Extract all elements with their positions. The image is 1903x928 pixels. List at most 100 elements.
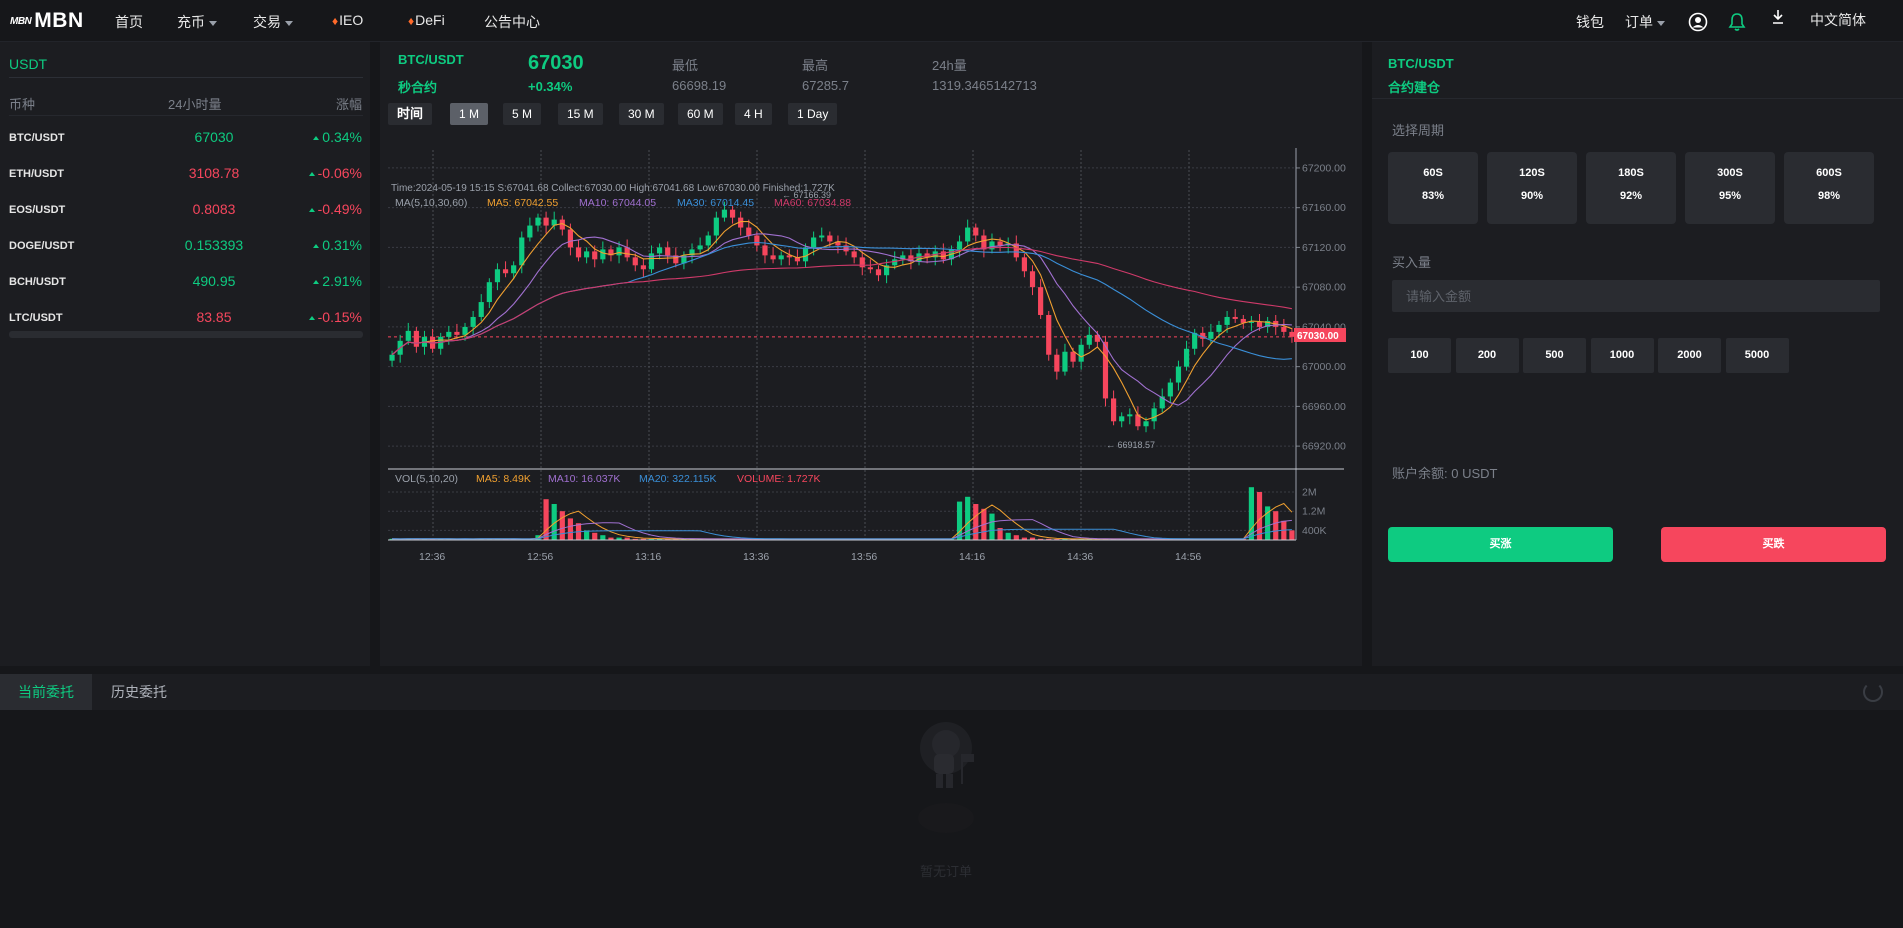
- volume-bar: [567, 518, 574, 540]
- market-row[interactable]: DOGE/USDT 0.153393 0.31%: [0, 228, 370, 264]
- volume-bar: [1005, 532, 1011, 540]
- amount-input[interactable]: [1392, 280, 1880, 312]
- market-row-price: 67030: [194, 129, 234, 145]
- candle-body: [1029, 271, 1036, 288]
- period-button[interactable]: 4 H: [735, 103, 772, 125]
- nav-trade[interactable]: 交易: [253, 12, 293, 32]
- language-selector[interactable]: 中文简体: [1810, 10, 1866, 30]
- market-row[interactable]: ETH/USDT 3108.78 -0.06%: [0, 156, 370, 192]
- period-button[interactable]: 60 M: [678, 103, 723, 125]
- nav-defi-label: DeFi: [415, 12, 445, 28]
- quick-amount-button[interactable]: 5000: [1725, 338, 1789, 373]
- download-icon[interactable]: [1772, 9, 1784, 28]
- candle-body: [973, 227, 979, 236]
- ticker-symbol: BTC/USDT: [398, 52, 464, 67]
- nav-orders-label: 订单: [1625, 14, 1653, 30]
- buy-up-button[interactable]: 买涨: [1388, 527, 1613, 562]
- market-panel: USDT 币种 24小时量 涨幅 BTC/USDT 67030 0.34% ETH/U…: [0, 42, 370, 666]
- chevron-down-icon: [1657, 20, 1665, 26]
- buy-down-button[interactable]: 买跌: [1661, 527, 1886, 562]
- market-row[interactable]: EOS/USDT 0.8083 -0.49%: [0, 192, 370, 228]
- nav-home[interactable]: 首页: [115, 12, 143, 32]
- ma-line: [391, 233, 1292, 406]
- tab-history-orders[interactable]: 历史委托: [93, 674, 185, 710]
- quick-amount-button[interactable]: 1000: [1590, 338, 1654, 373]
- market-tab-usdt[interactable]: USDT: [9, 56, 47, 72]
- market-row-change-value: 0.31%: [322, 237, 362, 253]
- horizontal-scrollbar[interactable]: [9, 331, 363, 338]
- nav-deposit[interactable]: 充币: [177, 12, 217, 32]
- candle-body: [567, 229, 574, 248]
- market-row[interactable]: BCH/USDT 490.95 2.91%: [0, 264, 370, 300]
- user-icon[interactable]: [1688, 12, 1708, 35]
- candle-body: [867, 267, 873, 270]
- period-button[interactable]: 1 Day: [788, 103, 838, 125]
- triangle-up-icon: [313, 244, 320, 249]
- time-axis-label: 14:56: [1175, 551, 1201, 563]
- bell-icon[interactable]: [1728, 12, 1746, 35]
- market-row-change-value: -0.49%: [317, 201, 362, 217]
- divider: [1372, 98, 1903, 99]
- nav-wallet[interactable]: 钱包: [1576, 12, 1604, 32]
- candle-body: [462, 326, 468, 335]
- candle-body: [575, 247, 582, 258]
- candle-body: [454, 331, 460, 335]
- candle-body: [1070, 351, 1076, 362]
- candle-body: [827, 235, 833, 242]
- nav-defi[interactable]: ♦DeFi: [408, 12, 445, 28]
- logo[interactable]: MBN MBN: [10, 9, 84, 33]
- candle-body: [1054, 354, 1060, 372]
- fire-icon: ♦: [408, 14, 415, 28]
- period-button[interactable]: 15 M: [558, 103, 603, 125]
- candle-body: [802, 247, 809, 262]
- cycle-option[interactable]: 600S 98%: [1784, 152, 1874, 224]
- volume-bar: [1273, 511, 1279, 540]
- candle-body: [600, 249, 606, 260]
- period-button[interactable]: 1 M: [450, 103, 489, 125]
- volume-axis-label: 1.2M: [1302, 506, 1325, 518]
- cycle-option[interactable]: 300S 95%: [1685, 152, 1775, 224]
- nav-notice[interactable]: 公告中心: [484, 12, 540, 32]
- quick-amount-button[interactable]: 2000: [1658, 338, 1721, 373]
- candle-body: [494, 269, 501, 283]
- refresh-icon[interactable]: [1863, 682, 1883, 702]
- market-row-change: 2.91%: [313, 273, 362, 289]
- period-button[interactable]: 时间: [388, 103, 433, 125]
- nav-orders[interactable]: 订单: [1625, 12, 1665, 32]
- time-axis-label: 14:36: [1067, 551, 1093, 563]
- cycle-profit: 90%: [1520, 190, 1544, 202]
- candle-body: [616, 247, 622, 256]
- market-row-change-value: -0.15%: [317, 309, 362, 325]
- candle-body: [1208, 331, 1214, 339]
- cycle-option[interactable]: 60S 83%: [1388, 152, 1478, 224]
- cycle-profit: 92%: [1619, 190, 1643, 202]
- market-row[interactable]: BTC/USDT 67030 0.34%: [0, 120, 370, 156]
- period-button[interactable]: 5 M: [503, 103, 542, 125]
- tab-current-orders[interactable]: 当前委托: [0, 674, 92, 710]
- market-row-change: -0.06%: [308, 165, 362, 181]
- market-row-change: 0.34%: [313, 129, 362, 145]
- candle-body: [592, 251, 598, 260]
- market-row-change: -0.15%: [308, 309, 362, 325]
- cycle-option[interactable]: 180S 92%: [1586, 152, 1676, 224]
- candle-body: [1046, 314, 1052, 355]
- period-button[interactable]: 30 M: [619, 103, 664, 125]
- chevron-down-icon: [209, 20, 217, 26]
- candle-body: [819, 235, 825, 238]
- time-axis-label: 12:56: [527, 551, 553, 563]
- kline-chart[interactable]: 67200.0067160.0067120.0067080.0067040.00…: [380, 136, 1362, 666]
- candle-body: [762, 245, 768, 256]
- nav-ieo[interactable]: ♦IEO: [332, 12, 363, 28]
- price-axis-label: 66960.00: [1302, 401, 1346, 413]
- candle-body: [502, 269, 509, 274]
- quick-amount-button[interactable]: 500: [1523, 338, 1586, 373]
- candle-body: [1232, 316, 1238, 319]
- candle-body: [1062, 351, 1068, 372]
- time-axis-label: 13:16: [635, 551, 661, 563]
- triangle-up-icon: [308, 316, 315, 321]
- candle-body: [956, 241, 963, 250]
- high-marker: ← 67166.39: [782, 190, 831, 200]
- cycle-option[interactable]: 120S 90%: [1487, 152, 1577, 224]
- quick-amount-button[interactable]: 100: [1388, 338, 1451, 373]
- quick-amount-button[interactable]: 200: [1455, 338, 1519, 373]
